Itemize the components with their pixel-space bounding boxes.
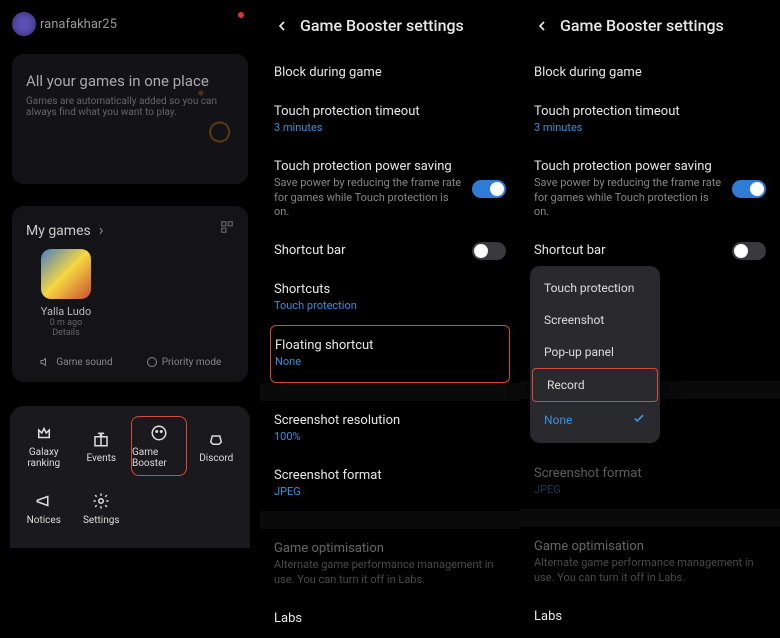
shortcut-bar-toggle[interactable] <box>472 242 506 260</box>
game-launcher-home: ranafakhar25 All your games in one place… <box>0 0 260 548</box>
game-optimisation-item: Game optimisation Alternate game perform… <box>274 529 506 599</box>
back-icon[interactable] <box>274 18 290 34</box>
game-booster-button[interactable]: Game Booster <box>131 416 187 476</box>
power-saving-toggle[interactable] <box>472 180 506 198</box>
shortcut-bar-item[interactable]: Shortcut bar <box>534 231 766 270</box>
touch-timeout-item[interactable]: Touch protection timeout 3 minutes <box>274 92 506 147</box>
hero-card: All your games in one place Games are au… <box>12 54 248 184</box>
game-booster-settings-2: Game Booster settings Block during game … <box>520 0 780 548</box>
touch-timeout-item[interactable]: Touch protection timeout 3 minutes <box>534 92 766 147</box>
notices-button[interactable]: Notices <box>16 478 72 538</box>
chevron-right-icon[interactable]: › <box>99 220 104 239</box>
discord-icon <box>206 429 226 449</box>
notification-indicator <box>238 12 244 18</box>
game-optimisation-item: Game optimisation Alternate game perform… <box>534 527 766 597</box>
screenshot-format-item[interactable]: Screenshot format JPEG <box>534 454 766 509</box>
back-icon[interactable] <box>534 18 550 34</box>
labs-item[interactable]: Labs <box>534 597 766 636</box>
labs-item[interactable]: Labs <box>274 599 506 638</box>
block-during-game-item[interactable]: Block during game <box>534 53 766 92</box>
gear-icon <box>91 491 111 511</box>
events-button[interactable]: Events <box>74 416 130 476</box>
power-saving-item[interactable]: Touch protection power saving Save power… <box>274 147 506 231</box>
game-sound-toggle[interactable]: Game sound <box>26 356 127 368</box>
crown-icon <box>34 423 54 443</box>
bottom-sheet: Galaxy ranking Events Game Booster Disco… <box>10 406 250 548</box>
game-booster-settings-1: Game Booster settings Block during game … <box>260 0 520 548</box>
game-details-link[interactable]: Details <box>26 328 106 338</box>
avatar[interactable] <box>12 12 36 36</box>
popup-option-touch[interactable]: Touch protection <box>530 272 660 304</box>
game-last-played: 0 m ago <box>26 318 106 328</box>
galaxy-ranking-button[interactable]: Galaxy ranking <box>16 416 72 476</box>
popup-option-popup-panel[interactable]: Pop-up panel <box>530 336 660 368</box>
game-icon[interactable] <box>41 249 91 299</box>
floating-shortcut-item[interactable]: Floating shortcut None <box>270 325 510 382</box>
floating-shortcut-popup: Touch protection Screenshot Pop-up panel… <box>530 266 660 443</box>
popup-option-record[interactable]: Record <box>532 368 658 402</box>
popup-option-screenshot[interactable]: Screenshot <box>530 304 660 336</box>
priority-mode-toggle[interactable]: Priority mode <box>133 356 234 368</box>
page-title: Game Booster settings <box>300 16 464 35</box>
block-during-game-item[interactable]: Block during game <box>274 53 506 92</box>
popup-option-none[interactable]: None <box>530 402 660 437</box>
hero-subtitle: Games are automatically added so you can… <box>26 96 234 118</box>
gift-icon <box>91 429 111 449</box>
layout-toggle-icon[interactable] <box>220 220 234 237</box>
username: ranafakhar25 <box>40 17 117 32</box>
my-games-label[interactable]: My games <box>26 223 91 239</box>
power-saving-item[interactable]: Touch protection power saving Save power… <box>534 147 766 231</box>
megaphone-icon <box>34 491 54 511</box>
screenshot-format-item[interactable]: Screenshot format JPEG <box>274 456 506 511</box>
discord-button[interactable]: Discord <box>189 416 245 476</box>
check-icon <box>632 411 646 428</box>
hero-title: All your games in one place <box>26 72 234 90</box>
settings-button[interactable]: Settings <box>74 478 130 538</box>
shortcut-bar-item[interactable]: Shortcut bar <box>274 231 506 270</box>
game-booster-icon <box>149 423 169 443</box>
screenshot-resolution-item[interactable]: Screenshot resolution 100% <box>274 401 506 456</box>
shortcut-bar-toggle[interactable] <box>732 242 766 260</box>
page-title: Game Booster settings <box>560 16 724 35</box>
game-name: Yalla Ludo <box>26 305 106 318</box>
my-games-card: My games › Yalla Ludo 0 m ago Details Ga… <box>12 206 248 382</box>
power-saving-toggle[interactable] <box>732 180 766 198</box>
game-tile[interactable]: Yalla Ludo 0 m ago Details <box>26 249 106 338</box>
shortcuts-item[interactable]: Shortcuts Touch protection <box>274 270 506 325</box>
